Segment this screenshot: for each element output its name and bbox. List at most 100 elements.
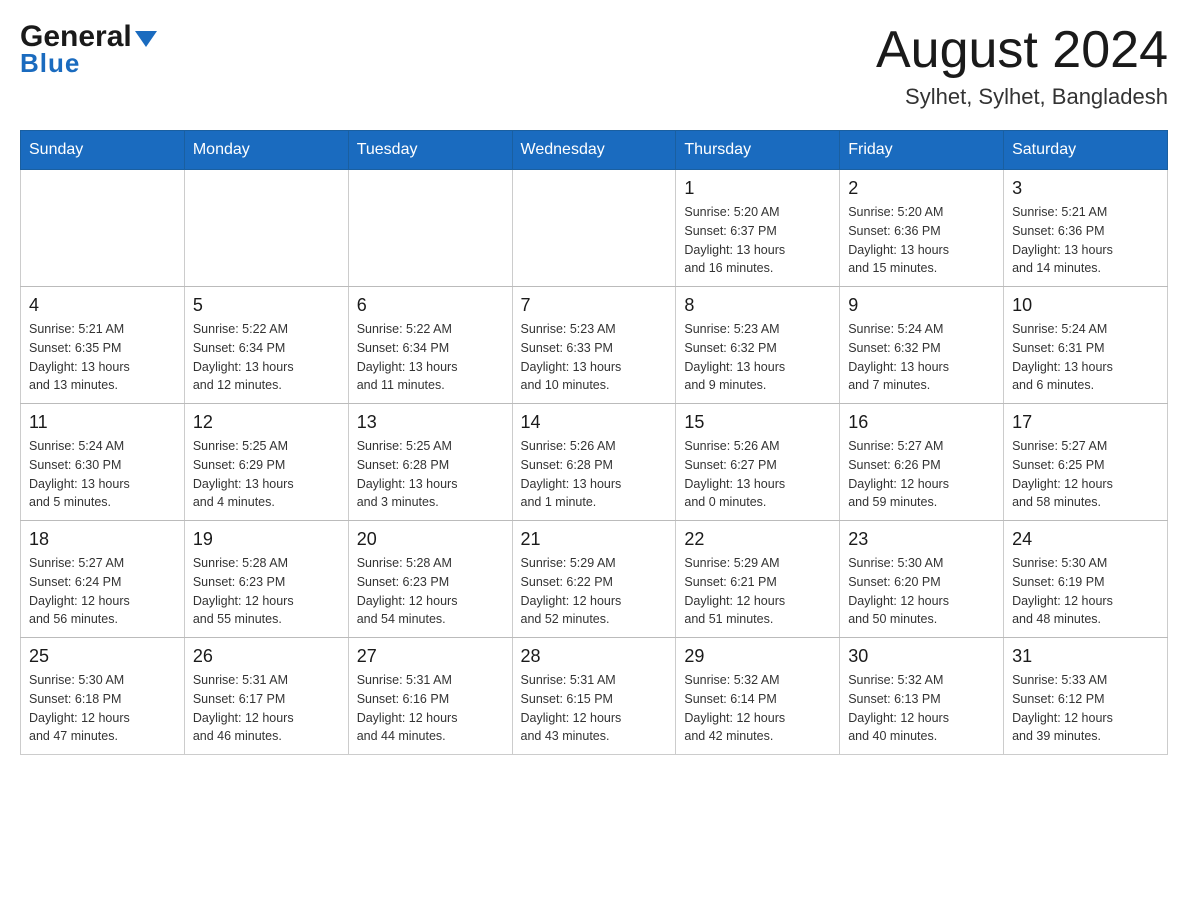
logo-triangle-icon <box>135 31 157 47</box>
day-info: Sunrise: 5:32 AMSunset: 6:13 PMDaylight:… <box>848 671 995 746</box>
day-number: 14 <box>521 412 668 433</box>
day-number: 2 <box>848 178 995 199</box>
day-number: 20 <box>357 529 504 550</box>
calendar-day-cell: 5 Sunrise: 5:22 AMSunset: 6:34 PMDaylight… <box>184 287 348 404</box>
day-number: 5 <box>193 295 340 316</box>
day-number: 30 <box>848 646 995 667</box>
day-info: Sunrise: 5:22 AMSunset: 6:34 PMDaylight:… <box>193 320 340 395</box>
day-number: 24 <box>1012 529 1159 550</box>
day-info: Sunrise: 5:27 AMSunset: 6:26 PMDaylight:… <box>848 437 995 512</box>
day-number: 31 <box>1012 646 1159 667</box>
day-number: 8 <box>684 295 831 316</box>
day-number: 1 <box>684 178 831 199</box>
column-header-saturday: Saturday <box>1004 131 1168 170</box>
day-info: Sunrise: 5:25 AMSunset: 6:28 PMDaylight:… <box>357 437 504 512</box>
month-year-title: August 2024 <box>876 20 1168 80</box>
day-info: Sunrise: 5:29 AMSunset: 6:21 PMDaylight:… <box>684 554 831 629</box>
day-info: Sunrise: 5:31 AMSunset: 6:15 PMDaylight:… <box>521 671 668 746</box>
calendar-day-cell: 22 Sunrise: 5:29 AMSunset: 6:21 PMDayligh… <box>676 521 840 638</box>
day-number: 4 <box>29 295 176 316</box>
calendar-day-cell: 14 Sunrise: 5:26 AMSunset: 6:28 PMDayligh… <box>512 404 676 521</box>
column-header-tuesday: Tuesday <box>348 131 512 170</box>
calendar-header-row: SundayMondayTuesdayWednesdayThursdayFrid… <box>21 131 1168 170</box>
day-number: 11 <box>29 412 176 433</box>
calendar-day-cell: 19 Sunrise: 5:28 AMSunset: 6:23 PMDayligh… <box>184 521 348 638</box>
day-number: 18 <box>29 529 176 550</box>
day-info: Sunrise: 5:28 AMSunset: 6:23 PMDaylight:… <box>357 554 504 629</box>
day-number: 26 <box>193 646 340 667</box>
calendar-day-cell: 9Sunrise: 5:24 AMSunset: 6:32 PMDaylight… <box>840 287 1004 404</box>
logo: General Blue <box>20 20 157 79</box>
day-number: 3 <box>1012 178 1159 199</box>
calendar-day-cell: 24 Sunrise: 5:30 AMSunset: 6:19 PMDayligh… <box>1004 521 1168 638</box>
calendar-day-cell: 3Sunrise: 5:21 AMSunset: 6:36 PMDaylight… <box>1004 170 1168 287</box>
calendar-day-cell: 31 Sunrise: 5:33 AMSunset: 6:12 PMDayligh… <box>1004 638 1168 755</box>
day-number: 23 <box>848 529 995 550</box>
calendar-table: SundayMondayTuesdayWednesdayThursdayFrid… <box>20 130 1168 755</box>
day-info: Sunrise: 5:33 AMSunset: 6:12 PMDaylight:… <box>1012 671 1159 746</box>
empty-cell <box>348 170 512 287</box>
empty-cell <box>184 170 348 287</box>
day-info: Sunrise: 5:30 AMSunset: 6:18 PMDaylight:… <box>29 671 176 746</box>
calendar-day-cell: 7Sunrise: 5:23 AMSunset: 6:33 PMDaylight… <box>512 287 676 404</box>
day-info: Sunrise: 5:28 AMSunset: 6:23 PMDaylight:… <box>193 554 340 629</box>
day-number: 27 <box>357 646 504 667</box>
title-section: August 2024 Sylhet, Sylhet, Bangladesh <box>876 20 1168 110</box>
calendar-day-cell: 15Sunrise: 5:26 AMSunset: 6:27 PMDayligh… <box>676 404 840 521</box>
calendar-day-cell: 21 Sunrise: 5:29 AMSunset: 6:22 PMDayligh… <box>512 521 676 638</box>
calendar-day-cell: 18 Sunrise: 5:27 AMSunset: 6:24 PMDayligh… <box>21 521 185 638</box>
page-header: General Blue August 2024 Sylhet, Sylhet,… <box>20 20 1168 110</box>
calendar-week-row: 4 Sunrise: 5:21 AMSunset: 6:35 PMDaylight… <box>21 287 1168 404</box>
calendar-day-cell: 16 Sunrise: 5:27 AMSunset: 6:26 PMDayligh… <box>840 404 1004 521</box>
calendar-week-row: 1Sunrise: 5:20 AMSunset: 6:37 PMDaylight… <box>21 170 1168 287</box>
day-number: 7 <box>521 295 668 316</box>
calendar-day-cell: 8Sunrise: 5:23 AMSunset: 6:32 PMDaylight… <box>676 287 840 404</box>
day-info: Sunrise: 5:24 AMSunset: 6:30 PMDaylight:… <box>29 437 176 512</box>
day-number: 28 <box>521 646 668 667</box>
day-number: 19 <box>193 529 340 550</box>
calendar-week-row: 18 Sunrise: 5:27 AMSunset: 6:24 PMDayligh… <box>21 521 1168 638</box>
day-number: 10 <box>1012 295 1159 316</box>
empty-cell <box>21 170 185 287</box>
calendar-day-cell: 25Sunrise: 5:30 AMSunset: 6:18 PMDayligh… <box>21 638 185 755</box>
column-header-thursday: Thursday <box>676 131 840 170</box>
day-info: Sunrise: 5:26 AMSunset: 6:28 PMDaylight:… <box>521 437 668 512</box>
calendar-week-row: 11 Sunrise: 5:24 AMSunset: 6:30 PMDayligh… <box>21 404 1168 521</box>
calendar-day-cell: 27Sunrise: 5:31 AMSunset: 6:16 PMDayligh… <box>348 638 512 755</box>
day-number: 21 <box>521 529 668 550</box>
calendar-day-cell: 23Sunrise: 5:30 AMSunset: 6:20 PMDayligh… <box>840 521 1004 638</box>
calendar-day-cell: 12 Sunrise: 5:25 AMSunset: 6:29 PMDayligh… <box>184 404 348 521</box>
column-header-friday: Friday <box>840 131 1004 170</box>
calendar-day-cell: 29Sunrise: 5:32 AMSunset: 6:14 PMDayligh… <box>676 638 840 755</box>
day-info: Sunrise: 5:21 AMSunset: 6:35 PMDaylight:… <box>29 320 176 395</box>
day-info: Sunrise: 5:24 AMSunset: 6:31 PMDaylight:… <box>1012 320 1159 395</box>
calendar-day-cell: 2 Sunrise: 5:20 AMSunset: 6:36 PMDaylight… <box>840 170 1004 287</box>
day-info: Sunrise: 5:20 AMSunset: 6:36 PMDaylight:… <box>848 203 995 278</box>
day-info: Sunrise: 5:25 AMSunset: 6:29 PMDaylight:… <box>193 437 340 512</box>
logo-blue-text: Blue <box>20 48 80 79</box>
calendar-day-cell: 30 Sunrise: 5:32 AMSunset: 6:13 PMDayligh… <box>840 638 1004 755</box>
calendar-day-cell: 1Sunrise: 5:20 AMSunset: 6:37 PMDaylight… <box>676 170 840 287</box>
calendar-day-cell: 10 Sunrise: 5:24 AMSunset: 6:31 PMDayligh… <box>1004 287 1168 404</box>
empty-cell <box>512 170 676 287</box>
column-header-monday: Monday <box>184 131 348 170</box>
day-number: 13 <box>357 412 504 433</box>
calendar-day-cell: 6Sunrise: 5:22 AMSunset: 6:34 PMDaylight… <box>348 287 512 404</box>
day-number: 9 <box>848 295 995 316</box>
calendar-day-cell: 26Sunrise: 5:31 AMSunset: 6:17 PMDayligh… <box>184 638 348 755</box>
day-info: Sunrise: 5:29 AMSunset: 6:22 PMDaylight:… <box>521 554 668 629</box>
column-header-sunday: Sunday <box>21 131 185 170</box>
calendar-day-cell: 4 Sunrise: 5:21 AMSunset: 6:35 PMDaylight… <box>21 287 185 404</box>
day-number: 16 <box>848 412 995 433</box>
day-info: Sunrise: 5:27 AMSunset: 6:25 PMDaylight:… <box>1012 437 1159 512</box>
day-info: Sunrise: 5:30 AMSunset: 6:19 PMDaylight:… <box>1012 554 1159 629</box>
calendar-day-cell: 17Sunrise: 5:27 AMSunset: 6:25 PMDayligh… <box>1004 404 1168 521</box>
day-info: Sunrise: 5:26 AMSunset: 6:27 PMDaylight:… <box>684 437 831 512</box>
location-subtitle: Sylhet, Sylhet, Bangladesh <box>876 84 1168 110</box>
day-number: 22 <box>684 529 831 550</box>
day-number: 12 <box>193 412 340 433</box>
day-number: 6 <box>357 295 504 316</box>
day-info: Sunrise: 5:27 AMSunset: 6:24 PMDaylight:… <box>29 554 176 629</box>
calendar-day-cell: 13 Sunrise: 5:25 AMSunset: 6:28 PMDayligh… <box>348 404 512 521</box>
calendar-week-row: 25Sunrise: 5:30 AMSunset: 6:18 PMDayligh… <box>21 638 1168 755</box>
